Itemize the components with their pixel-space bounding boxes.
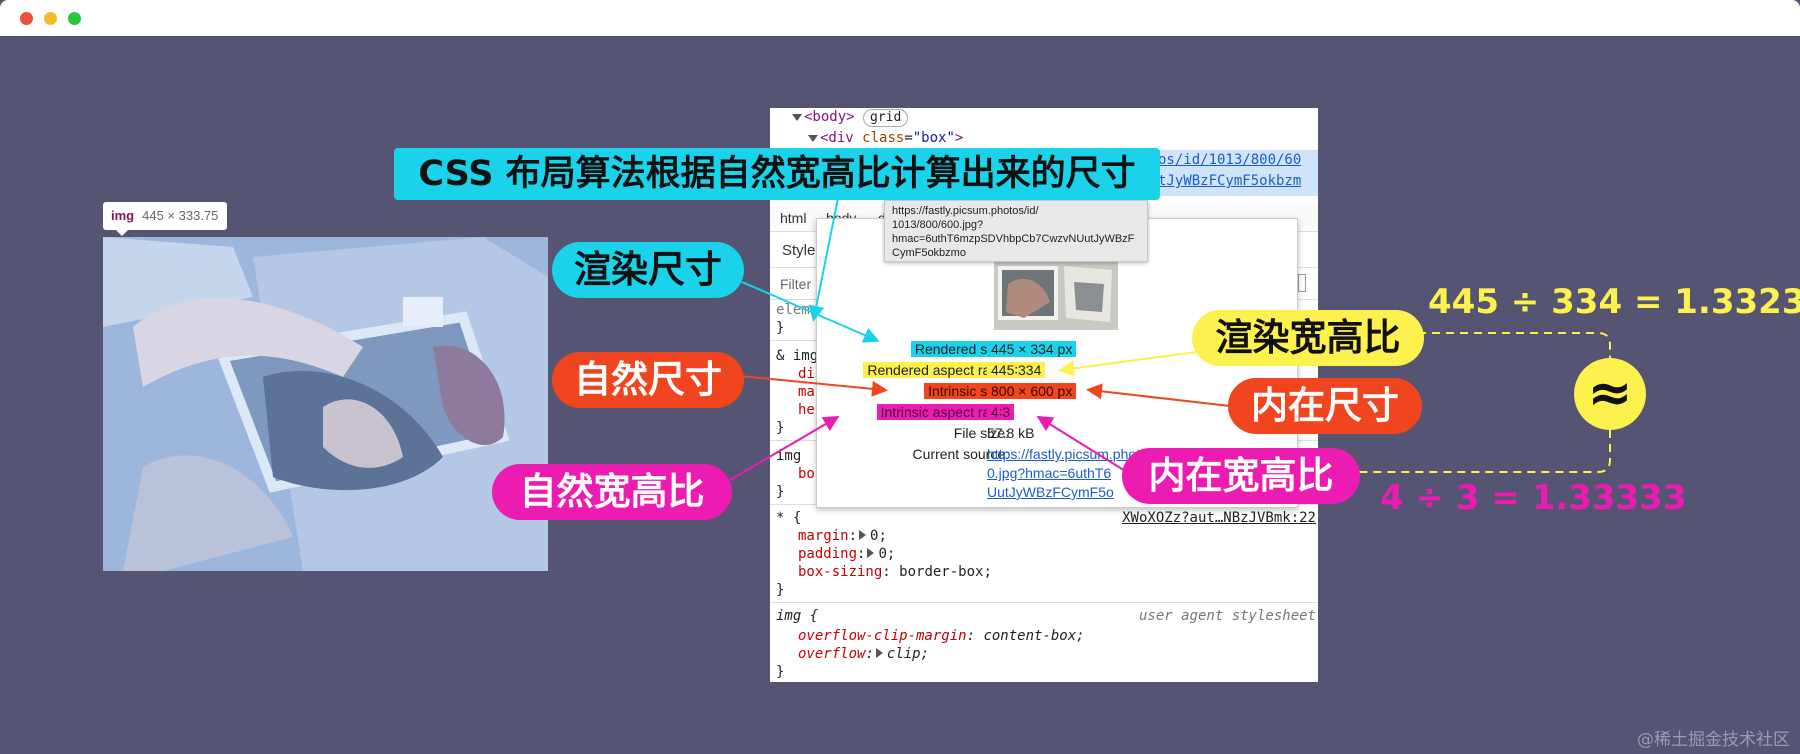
- natural-size-arrow: [739, 375, 888, 397]
- approx-bracket-top: [1418, 332, 1611, 359]
- watermark: @稀土掘金技术社区: [1637, 730, 1790, 750]
- approx-equal-icon: ≈: [1574, 358, 1646, 430]
- natural-size-callout: 自然尺寸: [552, 352, 744, 408]
- rendered-size-arrow: [741, 281, 880, 343]
- natural-ratio-callout: 自然宽高比: [492, 464, 732, 520]
- approx-bracket-bottom: [1358, 430, 1611, 473]
- intrinsic-size-arrow: [1086, 383, 1231, 407]
- intrinsic-ratio-callout: 内在宽高比: [1122, 448, 1360, 504]
- natural-ratio-arrow: [729, 415, 840, 481]
- rendered-size-callout: 渲染尺寸: [552, 242, 744, 298]
- intrinsic-size-callout: 内在尺寸: [1228, 378, 1422, 434]
- rendered-ratio-arrow: [1058, 351, 1197, 377]
- css-layout-size-banner: CSS 布局算法根据自然宽高比计算出来的尺寸: [394, 148, 1160, 200]
- intrinsic-ratio-math: 4 ÷ 3 = 1.33333: [1380, 478, 1687, 518]
- rendered-ratio-math: 445 ÷ 334 = 1.33233: [1428, 282, 1800, 322]
- rendered-ratio-callout: 渲染宽高比: [1192, 310, 1424, 366]
- banner-arrow: [808, 197, 839, 322]
- intrinsic-ratio-arrow: [1036, 415, 1131, 475]
- annotation-arrows: [729, 197, 1611, 481]
